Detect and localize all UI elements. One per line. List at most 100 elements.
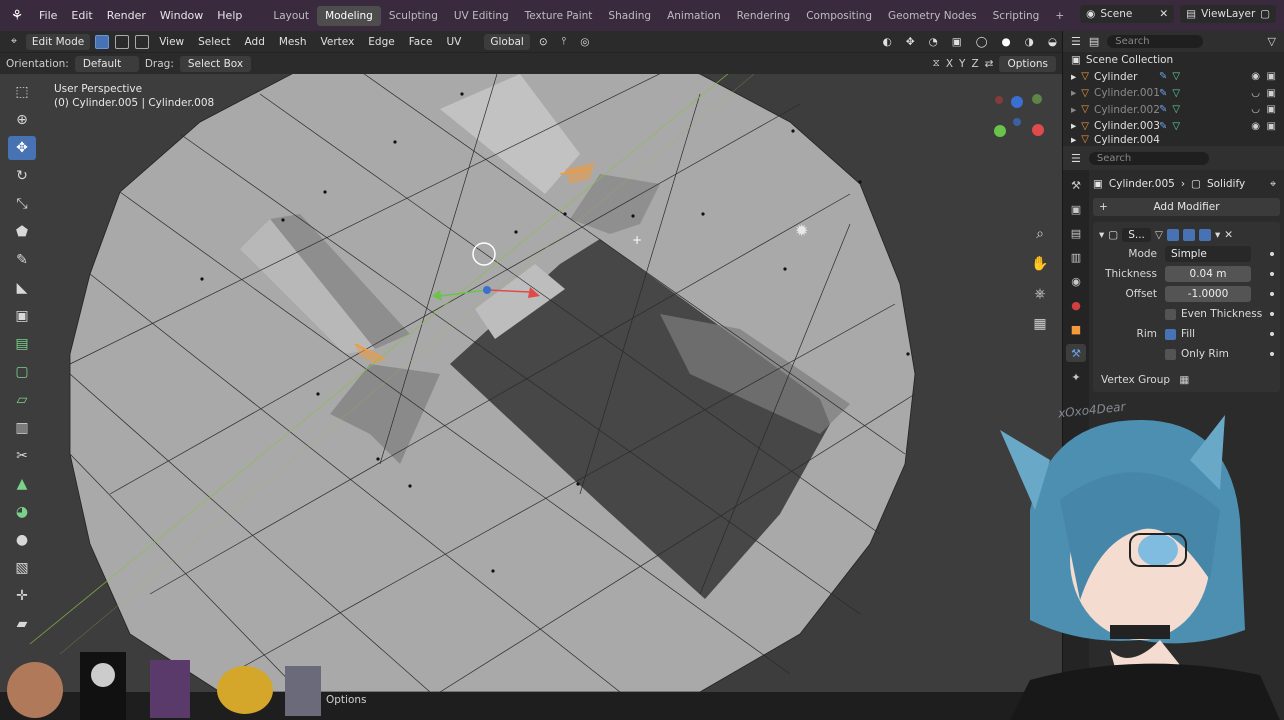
viewport-toggle-icon[interactable] (1182, 229, 1195, 241)
render-camera-icon[interactable]: ▣ (1267, 121, 1276, 132)
visibility-eye-icon[interactable]: ◉ (1251, 71, 1260, 82)
thickness-input[interactable]: 0.04 m (1165, 266, 1251, 282)
3d-viewport[interactable]: ✹ + User Perspective (0) Cylinder.005 | … (0, 74, 1062, 692)
menu-view[interactable]: View (154, 34, 189, 50)
edge-slide-tool-icon[interactable]: ▧ (8, 556, 36, 580)
menu-add[interactable]: Add (240, 34, 270, 50)
dropdown-icon[interactable]: ▾ (1215, 229, 1220, 241)
mode-selector[interactable]: Edit Mode (25, 33, 91, 50)
menu-select[interactable]: Select (193, 34, 235, 50)
overlay-icon[interactable]: ◔ (924, 34, 943, 50)
transform-orientation-selector[interactable]: Global (484, 33, 530, 50)
visibility-icon[interactable]: ◐ (878, 34, 897, 50)
outliner-item-cylinder-004[interactable]: ▸ ▽ Cylinder.004 (1063, 135, 1284, 145)
tab-animation[interactable]: Animation (659, 6, 729, 26)
tab-modeling[interactable]: Modeling (317, 5, 381, 26)
add-workspace-icon[interactable]: + (1047, 6, 1072, 26)
knife-tool-icon[interactable]: ✂ (8, 444, 36, 468)
render-camera-icon[interactable]: ▣ (1267, 104, 1276, 115)
menu-face[interactable]: Face (404, 34, 438, 50)
axis-y-toggle[interactable]: Y (959, 58, 965, 70)
drag-dropdown[interactable]: Select Box (179, 55, 252, 72)
tool-tab-icon[interactable]: ⚒ (1066, 176, 1086, 194)
transform-tool-icon[interactable]: ⬟ (8, 220, 36, 244)
keyframe-dot-icon[interactable] (1270, 312, 1274, 316)
keyframe-dot-icon[interactable] (1270, 352, 1274, 356)
keyframe-dot-icon[interactable] (1270, 272, 1274, 276)
shrink-tool-icon[interactable]: ✛ (8, 584, 36, 608)
add-modifier-button[interactable]: + Add Modifier (1093, 198, 1280, 216)
render-camera-icon[interactable]: ▣ (1267, 88, 1276, 99)
output-tab-icon[interactable]: ▤ (1066, 224, 1086, 242)
properties-search[interactable]: Search (1088, 151, 1209, 165)
gizmo-icon[interactable]: ✥ (901, 34, 920, 50)
expand-icon[interactable]: ▸ (1071, 87, 1076, 99)
tab-geometry-nodes[interactable]: Geometry Nodes (880, 6, 985, 26)
editor-type-icon[interactable]: ⌖ (6, 33, 22, 50)
auto-merge-icon[interactable]: ⇄ (985, 58, 994, 70)
add-cube-tool-icon[interactable]: ▣ (8, 304, 36, 328)
shading-material-icon[interactable]: ◑ (1020, 34, 1039, 50)
keyframe-dot-icon[interactable] (1270, 252, 1274, 256)
orientation-dropdown[interactable]: Default (74, 55, 139, 72)
outliner-editor-icon[interactable]: ☰ (1071, 35, 1081, 48)
bevel-tool-icon[interactable]: ▱ (8, 388, 36, 412)
mode-dropdown[interactable]: Simple (1165, 246, 1251, 262)
outliner-item-cylinder-002[interactable]: ▸ ▽ Cylinder.002 ✎ ▽ ◡ ▣ (1063, 102, 1284, 119)
ortho-grid-icon[interactable]: ▦ (1030, 314, 1050, 334)
menu-mesh[interactable]: Mesh (274, 34, 312, 50)
smooth-tool-icon[interactable]: ● (8, 528, 36, 552)
close-icon[interactable]: ✕ (1224, 229, 1233, 241)
modifier-name-field[interactable]: S... (1122, 228, 1151, 242)
hidden-eye-icon[interactable]: ◡ (1251, 104, 1260, 115)
render-toggle-icon[interactable] (1198, 229, 1211, 241)
camera-view-icon[interactable]: ⎈ (1030, 284, 1050, 304)
hidden-eye-icon[interactable]: ◡ (1251, 88, 1260, 99)
keyframe-dot-icon[interactable] (1270, 292, 1274, 296)
inset-tool-icon[interactable]: ▢ (8, 360, 36, 384)
scene-selector[interactable]: ◉ Scene ✕ (1080, 5, 1175, 23)
proportional-edit-icon[interactable]: ◎ (575, 34, 594, 50)
vertex-group-icon[interactable]: ▦ (1179, 374, 1189, 386)
collapse-icon[interactable]: ▾ (1099, 229, 1104, 241)
menu-render[interactable]: Render (100, 9, 153, 22)
even-thickness-checkbox[interactable] (1165, 308, 1176, 320)
shading-wireframe-icon[interactable]: ◯ (971, 34, 993, 50)
view-layer-selector[interactable]: ▤ ViewLayer ▢ (1180, 5, 1276, 23)
properties-editor-icon[interactable]: ☰ (1071, 152, 1081, 165)
visibility-eye-icon[interactable]: ◉ (1251, 121, 1260, 132)
measure-tool-icon[interactable]: ◣ (8, 276, 36, 300)
face-select-icon[interactable] (135, 34, 150, 49)
menu-edit[interactable]: Edit (64, 9, 99, 22)
particles-tab-icon[interactable]: ✦ (1066, 368, 1086, 386)
vertex-select-icon[interactable] (95, 34, 110, 49)
tab-sculpting[interactable]: Sculpting (381, 6, 446, 26)
move-tool-icon[interactable]: ✥ (8, 136, 36, 160)
tab-layout[interactable]: Layout (265, 6, 317, 26)
extrude-tool-icon[interactable]: ▤ (8, 332, 36, 356)
loop-cut-tool-icon[interactable]: ▥ (8, 416, 36, 440)
mirror-icon[interactable]: ⧖ (932, 57, 939, 70)
pivot-point-icon[interactable]: ⊙ (534, 34, 553, 50)
menu-uv[interactable]: UV (441, 34, 466, 50)
rotate-tool-icon[interactable]: ↻ (8, 164, 36, 188)
tab-rendering[interactable]: Rendering (729, 6, 799, 26)
render-camera-icon[interactable]: ▣ (1267, 71, 1276, 82)
object-tab-icon[interactable]: ■ (1066, 320, 1086, 338)
select-box-icon[interactable]: ⬚ (8, 80, 36, 104)
menu-file[interactable]: File (32, 9, 64, 22)
tab-compositing[interactable]: Compositing (798, 6, 880, 26)
xray-icon[interactable]: ▣ (947, 34, 967, 50)
fill-checkbox[interactable] (1165, 328, 1176, 340)
zoom-icon[interactable]: ⌕ (1030, 224, 1050, 244)
outliner-item-cylinder-003[interactable]: ▸ ▽ Cylinder.003 ✎ ▽ ◉ ▣ (1063, 118, 1284, 135)
shading-rendered-icon[interactable]: ◒ (1043, 34, 1062, 50)
snap-icon[interactable]: ⫯ (557, 33, 572, 50)
menu-help[interactable]: Help (210, 9, 249, 22)
offset-input[interactable]: -1.0000 (1165, 286, 1251, 302)
spin-tool-icon[interactable]: ◕ (8, 500, 36, 524)
pan-hand-icon[interactable]: ✋ (1030, 254, 1050, 274)
mesh-filter-icon[interactable]: ▽ (1155, 229, 1163, 241)
outliner-item-cylinder[interactable]: ▸ ▽ Cylinder ✎ ▽ ◉ ▣ (1063, 69, 1284, 86)
only-rim-checkbox[interactable] (1165, 348, 1176, 360)
